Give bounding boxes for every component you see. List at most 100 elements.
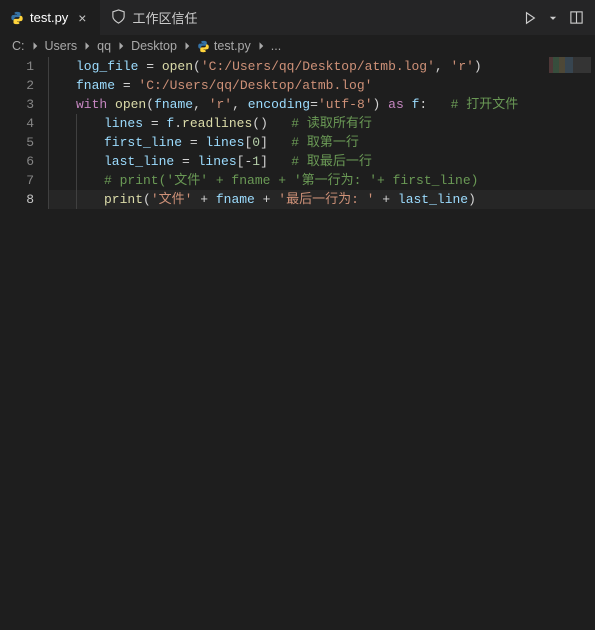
- line-number-gutter: 12345678: [0, 57, 48, 209]
- token-kw: as: [388, 97, 404, 112]
- token-var: log_file: [76, 59, 138, 74]
- breadcrumb-item[interactable]: C:: [12, 39, 25, 53]
- tab-close-button[interactable]: ×: [74, 8, 90, 28]
- token-str: 'C:/Users/qq/Desktop/atmb.log': [138, 78, 372, 93]
- token-var: last_line: [398, 192, 468, 207]
- chevron-right-icon: [115, 40, 127, 52]
- token-num: 0: [252, 135, 260, 150]
- token-op: ]: [260, 135, 291, 150]
- token-str: 'r': [451, 59, 474, 74]
- code-line[interactable]: # print('文件' + fname + '第一行为: '+ first_l…: [48, 171, 595, 190]
- breadcrumb-item[interactable]: qq: [97, 39, 111, 53]
- code-line[interactable]: last_line = lines[-1] # 取最后一行: [48, 152, 595, 171]
- token-var: fname: [76, 78, 115, 93]
- code-line[interactable]: fname = 'C:/Users/qq/Desktop/atmb.log': [48, 76, 595, 95]
- token-op: (: [193, 59, 201, 74]
- token-str: 'utf-8': [318, 97, 373, 112]
- token-fn: print: [104, 192, 143, 207]
- token-op: [404, 97, 412, 112]
- token-cmt: # 打开文件: [451, 97, 519, 112]
- token-var: lines: [104, 116, 143, 131]
- token-op: .: [174, 116, 182, 131]
- code-line[interactable]: print('文件' + fname + '最后一行为: ' + last_li…: [48, 190, 595, 209]
- token-cmt: # 读取所有行: [291, 116, 372, 131]
- tab-actions: [519, 7, 595, 29]
- line-number: 1: [0, 57, 34, 76]
- token-cmt: # 取最后一行: [291, 154, 372, 169]
- token-str: '文件': [151, 192, 193, 207]
- chevron-right-icon: [81, 40, 93, 52]
- token-op: =: [115, 78, 138, 93]
- token-op: ): [474, 59, 482, 74]
- token-op: ,: [435, 59, 451, 74]
- line-number: 4: [0, 114, 34, 133]
- token-fn: open: [115, 97, 146, 112]
- token-fn: open: [162, 59, 193, 74]
- chevron-right-icon: [181, 40, 193, 52]
- token-op: +: [192, 192, 215, 207]
- token-var: lines: [205, 135, 244, 150]
- token-op: :: [419, 97, 450, 112]
- chevron-right-icon: [255, 40, 267, 52]
- token-op: [107, 97, 115, 112]
- python-file-icon: [10, 11, 24, 25]
- token-op: ]: [260, 154, 291, 169]
- token-var: first_line: [104, 135, 182, 150]
- token-op: =: [174, 154, 197, 169]
- code-line[interactable]: first_line = lines[0] # 取第一行: [48, 133, 595, 152]
- token-kw: with: [76, 97, 107, 112]
- code-area[interactable]: log_file = open('C:/Users/qq/Desktop/atm…: [48, 57, 595, 209]
- token-cmt: # 取第一行: [291, 135, 359, 150]
- token-var: last_line: [104, 154, 174, 169]
- token-op: ): [468, 192, 476, 207]
- split-editor-button[interactable]: [565, 7, 587, 29]
- line-number: 3: [0, 95, 34, 114]
- editor[interactable]: 12345678 log_file = open('C:/Users/qq/De…: [0, 57, 595, 209]
- token-op: =: [138, 59, 161, 74]
- line-number: 7: [0, 171, 34, 190]
- minimap[interactable]: [549, 57, 591, 73]
- token-op: =: [310, 97, 318, 112]
- shield-icon: [111, 9, 126, 27]
- line-number: 8: [0, 190, 34, 209]
- chevron-right-icon: [29, 40, 41, 52]
- run-button[interactable]: [519, 7, 541, 29]
- breadcrumb-item[interactable]: Desktop: [131, 39, 177, 53]
- token-op: +: [374, 192, 397, 207]
- line-number: 5: [0, 133, 34, 152]
- token-cmt: # print('文件' + fname + '第一行为: '+ first_l…: [104, 173, 478, 188]
- token-op: ): [373, 97, 389, 112]
- token-op: (: [143, 192, 151, 207]
- tab-bar: test.py × 工作区信任: [0, 0, 595, 35]
- token-fn: readlines: [182, 116, 252, 131]
- token-str: 'C:/Users/qq/Desktop/atmb.log': [201, 59, 435, 74]
- code-line[interactable]: lines = f.readlines() # 读取所有行: [48, 114, 595, 133]
- token-str: 'r': [209, 97, 232, 112]
- token-var: lines: [198, 154, 237, 169]
- token-op: (): [252, 116, 291, 131]
- token-op: +: [255, 192, 278, 207]
- token-var: fname: [216, 192, 255, 207]
- token-num: 1: [252, 154, 260, 169]
- line-number: 6: [0, 152, 34, 171]
- breadcrumb-item[interactable]: ...: [271, 39, 281, 53]
- token-op: =: [143, 116, 166, 131]
- python-file-icon: [197, 40, 210, 53]
- token-op: =: [182, 135, 205, 150]
- token-var: fname: [154, 97, 193, 112]
- code-line[interactable]: log_file = open('C:/Users/qq/Desktop/atm…: [48, 57, 595, 76]
- breadcrumb-item[interactable]: test.py: [197, 39, 251, 53]
- token-op: ,: [232, 97, 248, 112]
- token-str: '最后一行为: ': [278, 192, 374, 207]
- code-line[interactable]: with open(fname, 'r', encoding='utf-8') …: [48, 95, 595, 114]
- tab-filename: test.py: [30, 10, 68, 25]
- breadcrumb[interactable]: C: Users qq Desktop test.py...: [0, 35, 595, 57]
- tab-active[interactable]: test.py ×: [0, 0, 101, 35]
- workspace-trust-label: 工作区信任: [132, 8, 197, 27]
- workspace-trust-button[interactable]: 工作区信任: [101, 0, 207, 35]
- breadcrumb-item[interactable]: Users: [45, 39, 78, 53]
- token-var: encoding: [248, 97, 310, 112]
- line-number: 2: [0, 76, 34, 95]
- run-dropdown[interactable]: [545, 7, 561, 29]
- token-op: ,: [193, 97, 209, 112]
